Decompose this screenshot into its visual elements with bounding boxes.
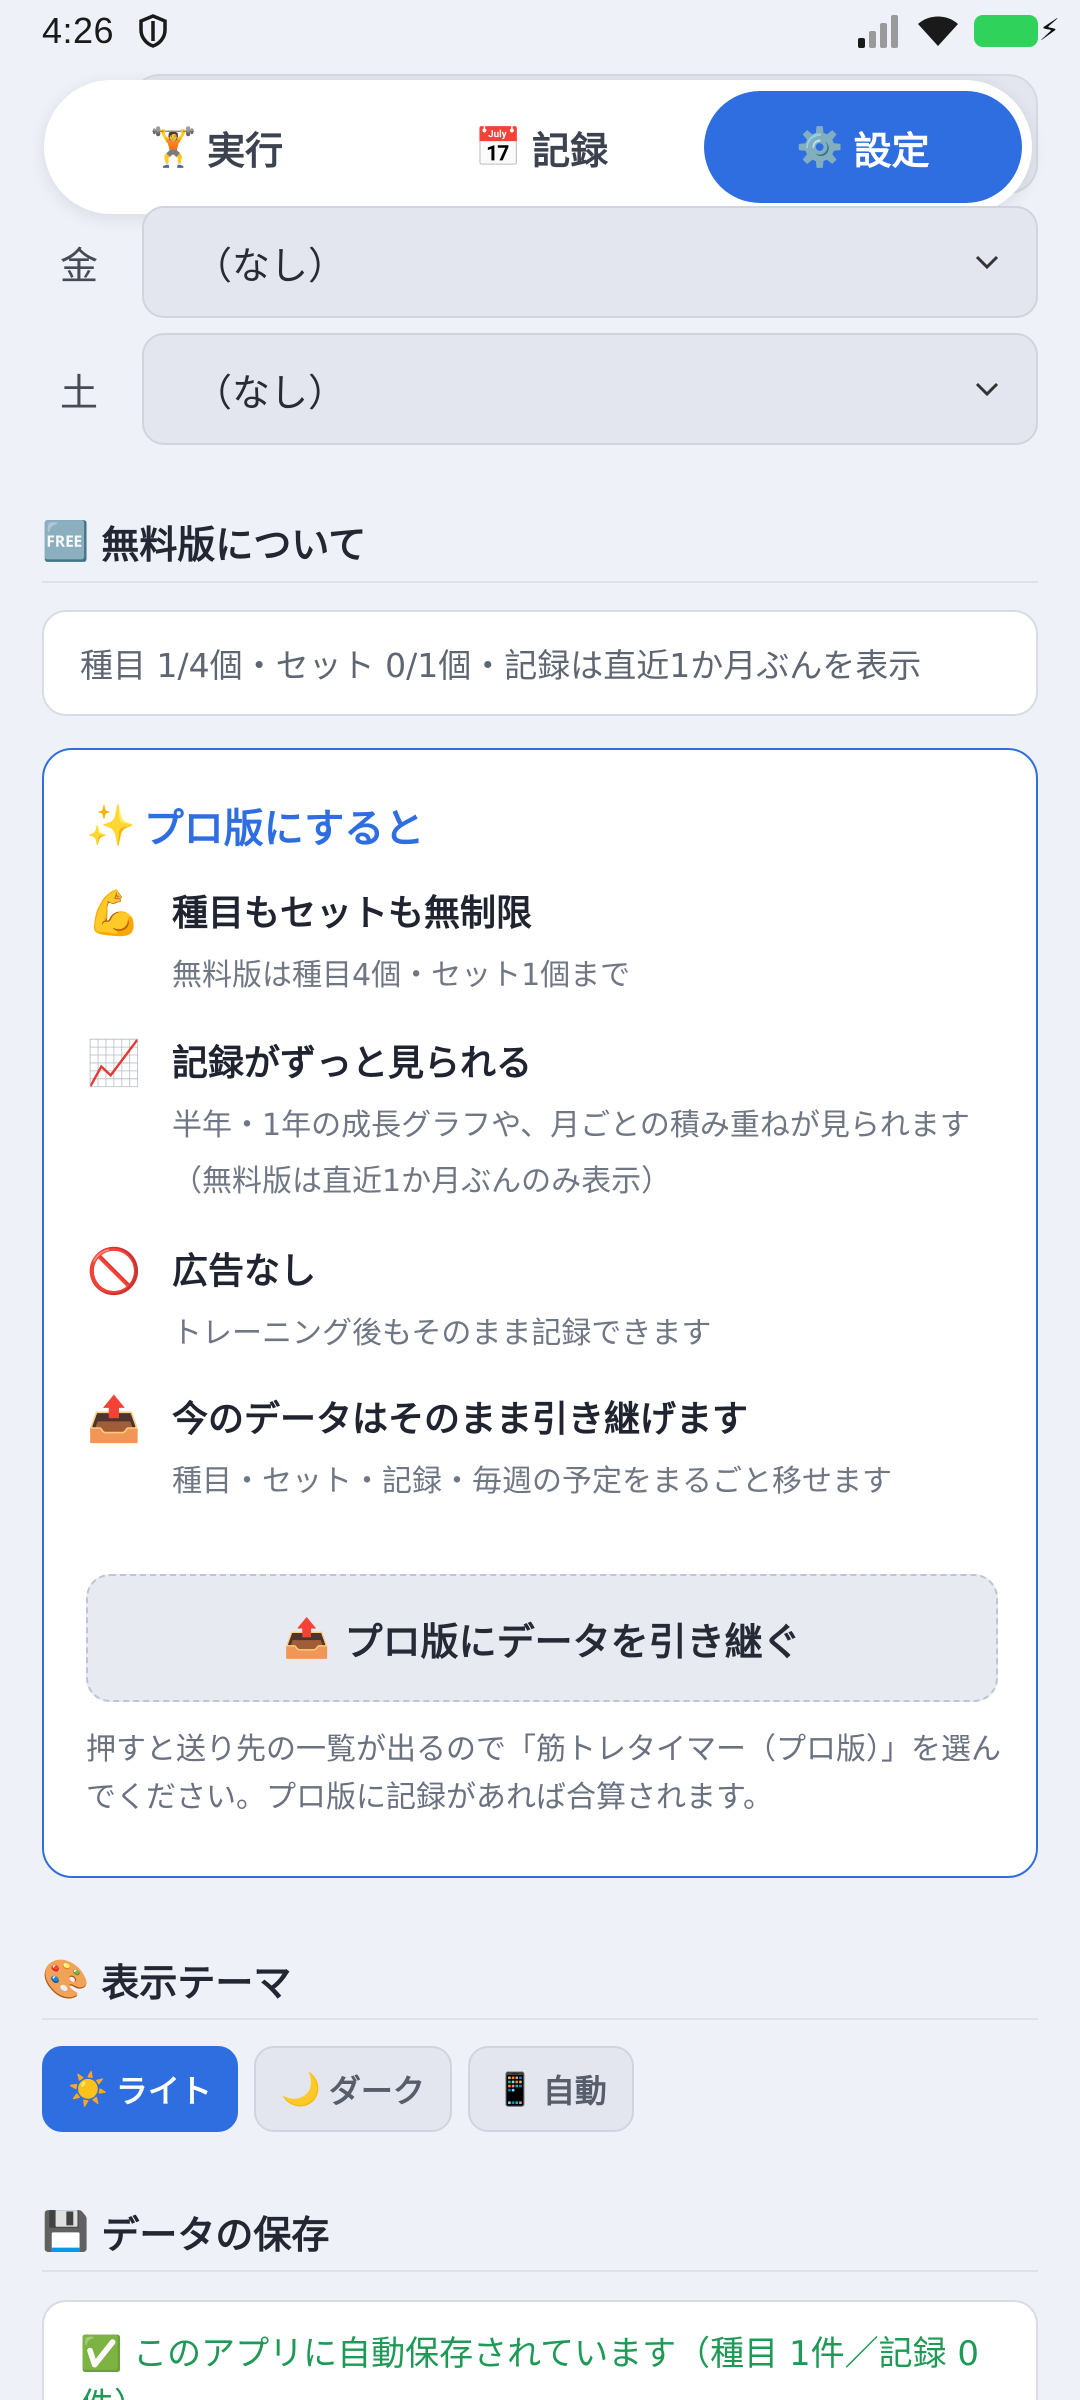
feature-item: 🚫 広告なし トレーニング後もそのまま記録できます [86,1244,1006,1364]
shield-icon [139,14,167,48]
feature-title: 広告なし [172,1251,317,1292]
floppy-disk-icon: 💾 [42,2209,90,2253]
chevron-down-icon [975,382,999,397]
flexed-biceps-icon: 💪 [86,888,142,939]
schedule-row-friday: 金 （なし） [44,206,1038,318]
sun-icon: ☀️ [68,2070,108,2108]
section-divider [42,581,1038,583]
battery-icon: ⚡ [974,13,1060,48]
theme-section-heading: 表示テーマ [101,1961,292,2005]
day-label-friday: 金 [60,243,99,288]
signal-icon [858,15,898,48]
sparkles-icon: ✨ [86,802,136,849]
status-bar: 4:26 ⚡ [0,0,1080,62]
free-limits-text: 種目 1/4個・セット 0/1個・記録は直近1か月ぶんを表示 [80,646,922,685]
theme-auto-button[interactable]: 📱 自動 [468,2046,634,2132]
feature-desc: 無料版は種目4個・セット1個まで [172,958,631,993]
feature-desc: トレーニング後もそのまま記録できます [172,1316,712,1351]
section-divider [42,2270,1038,2272]
transfer-to-pro-button[interactable]: 📤 プロ版にデータを引き継ぐ [86,1574,998,1702]
gear-icon: ⚙️ [796,124,844,169]
friday-set-select[interactable]: （なし） [142,206,1038,318]
feature-title: 種目もセットも無制限 [172,893,533,934]
tab-settings-label: 設定 [853,128,930,173]
outbox-tray-icon: 📤 [283,1615,331,1660]
theme-section-title: 🎨 表示テーマ [42,1952,1038,2007]
data-section-heading: データの保存 [101,2213,330,2257]
theme-auto-label: 自動 [542,2072,607,2110]
data-section-title: 💾 データの保存 [42,2204,1038,2259]
section-divider [42,2018,1038,2020]
charging-icon: ⚡ [1038,13,1060,48]
theme-dark-label: ダーク [328,2072,425,2110]
free-section-heading: 無料版について [101,523,367,567]
feature-title: 記録がずっと見られる [172,1043,533,1084]
day-label-saturday: 土 [60,370,99,415]
tab-run-label: 実行 [207,128,284,173]
pro-card-heading: プロ版にすると [143,806,425,852]
pro-card-title: ✨ プロ版にすると [86,796,424,854]
theme-light-label: ライト [115,2072,212,2110]
no-entry-icon: 🚫 [86,1246,142,1297]
feature-item: 📤 今のデータはそのまま引き継げます 種目・セット・記録・毎週の予定をまるごと移… [86,1392,1006,1512]
check-mark-icon: ✅ [80,2334,123,2374]
autosave-status-box: ✅ このアプリに自動保存されています（種目 1件／記録 0件） [42,2300,1038,2400]
theme-options: ☀️ ライト 🌙 ダーク 📱 自動 [42,2046,634,2132]
status-time: 4:26 [42,10,115,51]
mobile-phone-icon: 📱 [495,2070,535,2108]
saturday-set-select[interactable]: （なし） [142,333,1038,445]
chevron-down-icon [975,255,999,270]
chart-increasing-icon: 📈 [86,1038,142,1089]
tab-records[interactable]: 📅 記録 [379,91,704,203]
pro-upgrade-card: ✨ プロ版にすると 💪 種目もセットも無制限 無料版は種目4個・セット1個まで … [42,748,1038,1878]
free-section-title: 🆓 無料版について [42,514,1038,569]
schedule-row-saturday: 土 （なし） [44,333,1038,445]
weightlifter-icon: 🏋 [149,124,198,169]
feature-item: 💪 種目もセットも無制限 無料版は種目4個・セット1個まで [86,886,1006,1006]
outbox-tray-icon: 📤 [86,1394,142,1445]
saturday-select-value: （なし） [194,370,347,415]
tab-records-label: 記録 [532,128,609,173]
free-limits-info: 種目 1/4個・セット 0/1個・記録は直近1か月ぶんを表示 [42,610,1038,716]
theme-light-button[interactable]: ☀️ ライト [42,2046,238,2132]
autosave-status-text: このアプリに自動保存されています（種目 1件／記録 0件） [80,2334,980,2400]
main-tabbar: 🏋 実行 📅 記録 ⚙️ 設定 [44,80,1032,214]
palette-icon: 🎨 [42,1957,90,2001]
feature-desc: 半年・1年の成長グラフや、月ごとの積み重ねが見られます（無料版は直近1か月ぶんの… [172,1108,970,1199]
transfer-note: 押すと送り先の一覧が出るので「筋トレタイマー（プロ版）」を選んでください。プロ版… [86,1732,1001,1815]
theme-dark-button[interactable]: 🌙 ダーク [254,2046,452,2132]
free-icon: 🆓 [42,519,90,563]
moon-icon: 🌙 [281,2070,321,2108]
feature-desc: 種目・セット・記録・毎週の予定をまるごと移せます [172,1464,892,1499]
transfer-button-label: プロ版にデータを引き継ぐ [344,1619,801,1664]
friday-select-value: （なし） [194,243,347,288]
calendar-icon: 📅 [474,124,523,169]
tab-settings[interactable]: ⚙️ 設定 [704,91,1022,203]
feature-title: 今のデータはそのまま引き継げます [172,1399,749,1440]
tab-run[interactable]: 🏋 実行 [54,91,379,203]
feature-item: 📈 記録がずっと見られる 半年・1年の成長グラフや、月ごとの積み重ねが見られます… [86,1036,1006,1216]
wifi-icon [918,16,958,46]
